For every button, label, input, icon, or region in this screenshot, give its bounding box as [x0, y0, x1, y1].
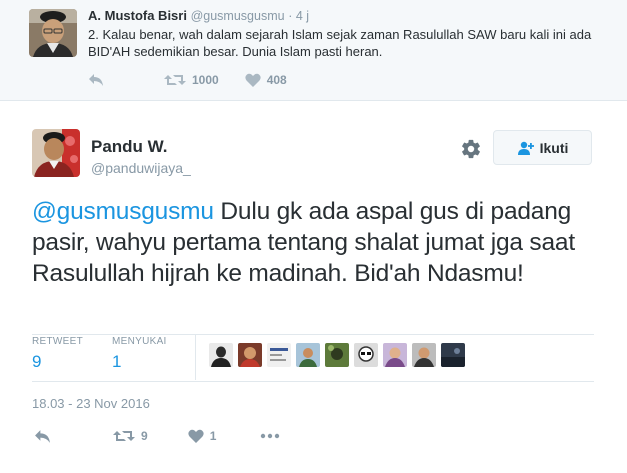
engager-avatar[interactable] [325, 343, 349, 367]
stats-top-divider [32, 334, 594, 335]
author-handle[interactable]: @panduwijaya_ [91, 160, 191, 176]
heart-icon [188, 429, 204, 443]
reply-button[interactable] [34, 429, 51, 444]
parent-handle[interactable]: @gusmusgusmu [191, 9, 285, 23]
tweet-text: @gusmusgusmu Dulu gk ada aspal gus di pa… [32, 196, 612, 289]
more-dots-icon [261, 433, 280, 439]
settings-button[interactable] [460, 138, 482, 160]
parent-timestamp[interactable]: · 4 j [288, 9, 309, 23]
retweet-count: 9 [141, 429, 148, 443]
parent-actions: 1000 408 [88, 72, 287, 88]
like-button[interactable]: 1 [188, 429, 217, 443]
tweet-actions: 9 1 [34, 427, 280, 445]
follow-label: Ikuti [539, 139, 569, 156]
like-stat-label: MENYUKAI [112, 336, 167, 347]
engager-avatar[interactable] [209, 343, 233, 367]
parent-display-name[interactable]: A. Mustofa Bisri [88, 8, 187, 23]
engager-avatar[interactable] [383, 343, 407, 367]
engager-avatar[interactable] [267, 343, 291, 367]
more-button[interactable] [260, 433, 280, 439]
engager-avatar[interactable] [354, 343, 378, 367]
reply-icon [89, 74, 103, 86]
engager-avatar[interactable] [238, 343, 262, 367]
parent-reply-button[interactable] [88, 73, 104, 87]
stats-separator [195, 335, 196, 380]
parent-tweet-text: 2. Kalau benar, wah dalam sejarah Islam … [88, 27, 592, 59]
retweet-icon [164, 75, 186, 85]
parent-retweet-button[interactable]: 1000 [164, 73, 219, 87]
add-user-icon [517, 141, 534, 155]
like-stat[interactable]: MENYUKAI 1 [112, 336, 192, 380]
author-avatar[interactable] [32, 129, 80, 177]
retweet-button[interactable]: 9 [113, 429, 148, 443]
tweet-stats: RETWEET 9 MENYUKAI 1 [32, 336, 192, 380]
engager-avatar[interactable] [296, 343, 320, 367]
retweet-stat[interactable]: RETWEET 9 [32, 336, 112, 380]
retweet-icon [113, 431, 135, 441]
retweet-stat-label: RETWEET [32, 336, 83, 347]
parent-retweet-count: 1000 [192, 73, 219, 87]
like-stat-value: 1 [112, 352, 122, 371]
engager-avatars [209, 343, 470, 367]
reply-icon [35, 429, 50, 443]
follow-button[interactable]: Ikuti [493, 130, 592, 165]
parent-header: A. Mustofa Bisri @gusmusgusmu · 4 j [88, 8, 309, 23]
parent-like-button[interactable]: 408 [245, 73, 287, 87]
gear-icon [462, 139, 480, 159]
like-count: 1 [209, 429, 217, 443]
stats-bottom-divider [32, 381, 594, 382]
parent-like-count: 408 [266, 73, 287, 87]
heart-icon [245, 73, 261, 87]
mention-link[interactable]: @gusmusgusmu [32, 198, 214, 225]
parent-tweet[interactable]: A. Mustofa Bisri @gusmusgusmu · 4 j 2. K… [0, 0, 627, 101]
engager-avatar[interactable] [412, 343, 436, 367]
engager-avatar[interactable] [441, 343, 465, 367]
retweet-stat-value: 9 [32, 352, 42, 371]
tweet-timestamp[interactable]: 18.03 - 23 Nov 2016 [32, 396, 150, 411]
parent-avatar[interactable] [29, 9, 77, 57]
author-display-name[interactable]: Pandu W. [91, 137, 168, 157]
